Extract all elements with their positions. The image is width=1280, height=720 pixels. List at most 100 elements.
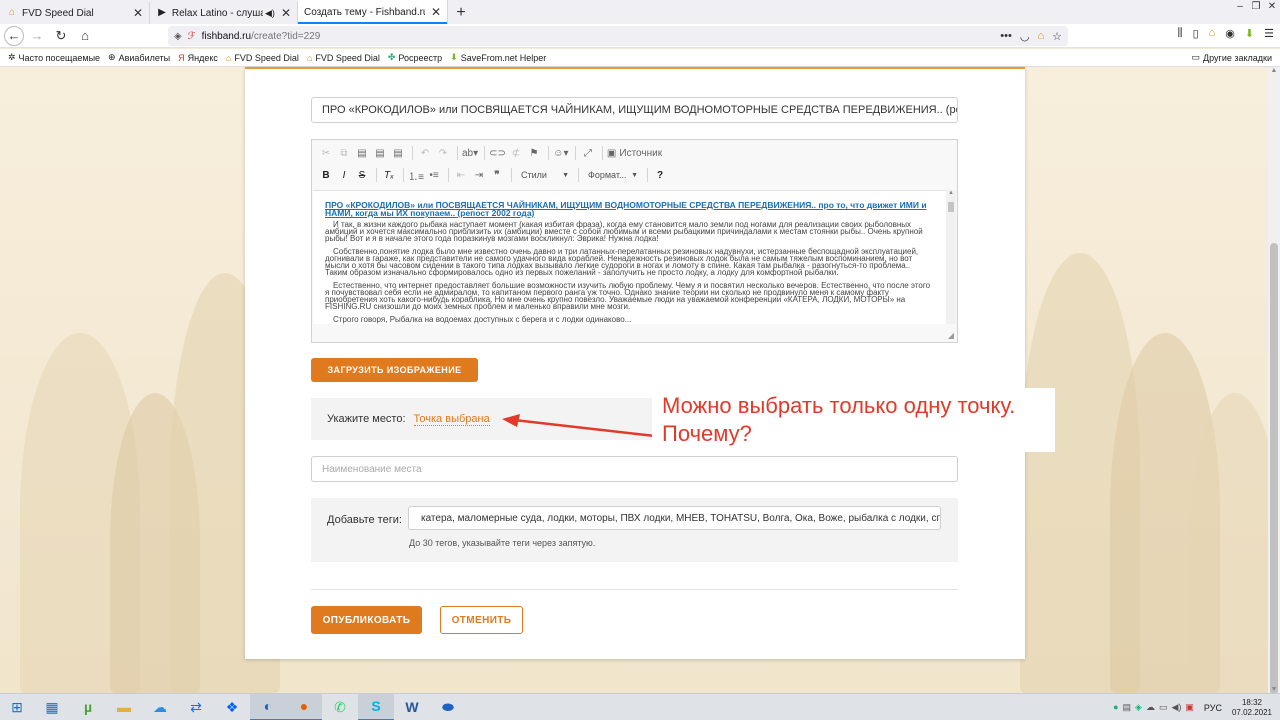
source-button[interactable]: ▣ Источник	[607, 144, 662, 162]
publish-button[interactable]: ОПУБЛИКОВАТЬ	[311, 606, 422, 634]
page-actions-icon[interactable]: •••	[1000, 30, 1012, 43]
tray-cloud-icon[interactable]: ☁	[1146, 702, 1155, 713]
strike-button[interactable]: S	[354, 166, 370, 184]
close-icon[interactable]: ✕	[425, 5, 441, 19]
tray-volume-icon[interactable]: ◀)	[1171, 702, 1181, 713]
bookmark-fvd-1[interactable]: ⌂ FVD Speed Dial	[226, 53, 299, 63]
tray-app-icon[interactable]: ●	[1113, 702, 1118, 713]
bold-button[interactable]: B	[318, 166, 334, 184]
taskbar-app-icon[interactable]: ◐	[250, 693, 286, 720]
tags-hint: До 30 тегов, указывайте теги через запят…	[409, 538, 596, 548]
upload-image-button[interactable]: ЗАГРУЗИТЬ ИЗОБРАЖЕНИЕ	[311, 358, 478, 382]
forward-button[interactable]: →	[26, 25, 48, 47]
tray-shield-icon[interactable]: ◈	[1135, 702, 1142, 713]
dropbox-icon[interactable]: ❖	[214, 694, 250, 720]
editor-scrollbar[interactable]: ▲	[946, 190, 956, 324]
fvd-extension-icon[interactable]: ⌂	[1209, 27, 1216, 40]
paste-icon[interactable]: ▤	[354, 144, 370, 162]
file-explorer-icon[interactable]: ▬	[106, 694, 142, 720]
cancel-button[interactable]: ОТМЕНИТЬ	[440, 606, 523, 634]
resize-handle-icon[interactable]: ◢	[948, 331, 954, 340]
editor-scrollbar-thumb[interactable]	[948, 202, 954, 212]
tab-create-topic[interactable]: Создать тему - Fishband.ru ✕	[298, 0, 448, 24]
editor-content[interactable]: ПРО «КРОКОДИЛОВ» или ПОСВЯЩАЕТСЯ ЧАЙНИКА…	[313, 190, 956, 324]
styles-dropdown[interactable]: Стили ▼	[516, 167, 574, 183]
unlink-icon[interactable]: ⊄	[508, 144, 524, 162]
undo-icon[interactable]: ↶	[417, 144, 433, 162]
format-dropdown[interactable]: Формат... ▼	[583, 167, 643, 183]
redo-icon[interactable]: ↷	[435, 144, 451, 162]
bookmark-rosreestr[interactable]: ✤ Росреестр	[388, 52, 442, 63]
scroll-down-icon[interactable]: ▼	[1268, 686, 1280, 693]
cloud-icon[interactable]: ☁	[142, 694, 178, 720]
language-indicator[interactable]: РУС	[1204, 703, 1222, 713]
cut-icon[interactable]: ✂	[318, 144, 334, 162]
bookmark-frequent[interactable]: ✲ Часто посещаемые	[8, 52, 100, 63]
close-icon[interactable]: ✕	[275, 6, 291, 20]
scroll-up-icon[interactable]: ▲	[946, 190, 956, 196]
close-icon[interactable]: ✕	[127, 6, 143, 20]
topic-title-input[interactable]: ПРО «КРОКОДИЛОВ» или ПОСВЯЩАЕТСЯ ЧАЙНИКА…	[311, 97, 958, 123]
back-button[interactable]: ←	[4, 25, 24, 46]
speaker-icon[interactable]: ◀)	[265, 8, 275, 19]
calculator-icon[interactable]: ▦	[34, 694, 70, 720]
spellcheck-icon[interactable]: ab▾	[462, 144, 478, 162]
minimize-icon[interactable]: –	[1232, 0, 1248, 14]
tags-input[interactable]: катера, маломерные суда, лодки, моторы, …	[408, 506, 941, 530]
restore-icon[interactable]: ❐	[1248, 0, 1264, 14]
other-bookmarks[interactable]: ▭ Другие закладки	[1192, 52, 1272, 63]
firefox-icon[interactable]: ●	[286, 693, 322, 720]
home-button[interactable]: ⌂	[74, 25, 96, 47]
extension-icon[interactable]: ⌂	[1037, 30, 1044, 43]
outdent-icon[interactable]: ⇤	[453, 166, 469, 184]
app-icon[interactable]: ⬬	[430, 694, 466, 720]
bookmark-yandex[interactable]: Я Яндекс	[178, 53, 218, 63]
teamviewer-icon[interactable]: ⇄	[178, 694, 214, 720]
place-selected-link[interactable]: Точка выбрана	[413, 413, 490, 426]
scrollbar-thumb[interactable]	[1270, 243, 1278, 695]
download-extension-icon[interactable]: ⬇	[1245, 27, 1254, 40]
scroll-up-icon[interactable]: ▲	[1268, 67, 1280, 74]
bookmark-star-icon[interactable]: ☆	[1052, 30, 1062, 43]
bookmark-avia[interactable]: ⊕ Авиабилеты	[108, 52, 170, 63]
help-icon[interactable]: ?	[652, 166, 668, 184]
word-icon[interactable]: W	[394, 694, 430, 720]
close-window-icon[interactable]: ✕	[1264, 0, 1280, 14]
skype-icon[interactable]: S	[358, 693, 394, 720]
maximize-icon[interactable]: ⤢	[580, 144, 596, 162]
bulleted-list-icon[interactable]: •≡	[426, 166, 442, 184]
indent-icon[interactable]: ⇥	[471, 166, 487, 184]
paste-text-icon[interactable]: ▤	[372, 144, 388, 162]
tray-antivirus-icon[interactable]: ▣	[1185, 702, 1194, 713]
copy-icon[interactable]: ⧉	[336, 144, 352, 162]
bookmark-fvd-2[interactable]: ⌂ FVD Speed Dial	[307, 53, 380, 63]
windows-start-icon[interactable]: ⊞	[0, 694, 34, 720]
utorrent-icon[interactable]: µ	[70, 694, 106, 720]
remove-format-icon[interactable]: Tₓ	[381, 166, 397, 184]
new-tab-button[interactable]: +	[448, 2, 474, 24]
anchor-flag-icon[interactable]: ⚑	[526, 144, 542, 162]
tab-fvd-speed-dial[interactable]: ⌂ FVD Speed Dial ✕	[0, 2, 150, 24]
blockquote-icon[interactable]: ❞	[489, 166, 505, 184]
italic-button[interactable]: I	[336, 166, 352, 184]
place-name-input[interactable]: Наименование места	[311, 456, 958, 482]
sidebar-icon[interactable]: ▯	[1193, 27, 1199, 40]
clock[interactable]: 18:32 07.02.2021	[1232, 698, 1272, 718]
menu-icon[interactable]: ☰	[1264, 27, 1274, 40]
library-icon[interactable]: ⫼	[1178, 27, 1183, 40]
bookmark-savefrom[interactable]: ⬇ SaveFrom.net Helper	[450, 52, 546, 63]
link-icon[interactable]: ⊂⊃	[489, 144, 506, 162]
editor-heading-link[interactable]: ПРО «КРОКОДИЛОВ» или ПОСВЯЩАЕТСЯ ЧАЙНИКА…	[325, 201, 932, 218]
tab-relax-latino[interactable]: ▶ Relax Latino - слушать о ◀) ✕	[150, 2, 298, 24]
pocket-icon[interactable]: ◡	[1020, 30, 1030, 43]
tray-app-icon[interactable]: ▤	[1123, 702, 1132, 713]
paste-word-icon[interactable]: ▤	[390, 144, 406, 162]
page-scrollbar[interactable]: ▲ ▼	[1268, 67, 1280, 695]
account-icon[interactable]: ◉	[1225, 27, 1235, 40]
reload-button[interactable]: ↻	[50, 25, 72, 47]
smiley-icon[interactable]: ☺▾	[553, 144, 569, 162]
numbered-list-icon[interactable]: ⒈≡	[408, 166, 424, 184]
tray-network-icon[interactable]: ▭	[1159, 702, 1168, 713]
address-bar[interactable]: ◈ ℱ fishband.ru /create?tid=229 ••• ◡ ⌂ …	[168, 26, 1068, 46]
whatsapp-icon[interactable]: ✆	[322, 694, 358, 720]
